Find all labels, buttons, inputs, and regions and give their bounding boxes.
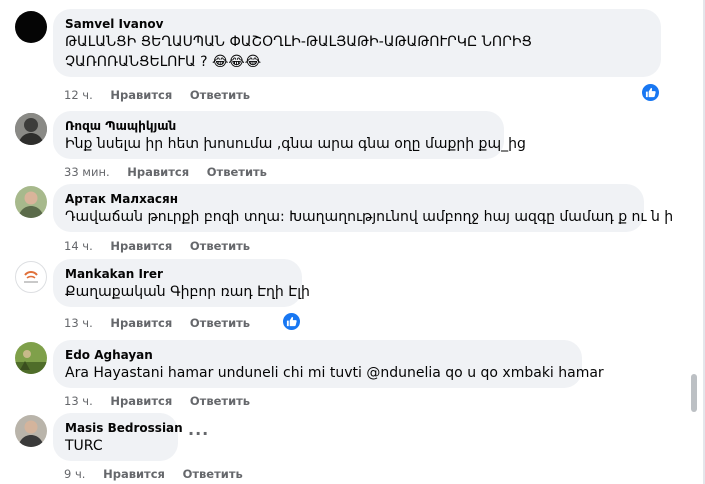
comment-time[interactable]: 13 ч.	[64, 316, 93, 330]
comment-author[interactable]: Masis Bedrossian	[65, 420, 183, 436]
comment-bubble: Masis Bedrossian TURC	[53, 413, 183, 461]
comment-bubble: Артак Малхасян Դավաճան թուրքի բոզի տղա: …	[53, 184, 674, 232]
comment-actions: 13 ч. Нравится Ответить	[64, 316, 264, 330]
comment-actions: 9 ч. Нравится Ответить	[64, 467, 257, 481]
comment-text-line: ԹԱԼԱՆՑԻ ՑԵՂԱՍՊԱՆ ՓԱՇՕՂԼԻ-ԹԱԼՅԱԹԻ-ԱԹԱԹՈՒՐ…	[65, 34, 532, 50]
logo-avatar-icon[interactable]	[15, 261, 47, 293]
comment-actions: 13 ч. Нравится Ответить	[64, 394, 264, 408]
comment-author[interactable]: Edo Aghayan	[65, 347, 570, 363]
scrollbar-thumb[interactable]	[691, 374, 697, 412]
reply-button[interactable]: Ответить	[190, 88, 250, 102]
comment-time[interactable]: 14 ч.	[64, 239, 93, 253]
comment-actions: 33 мин. Нравится Ответить	[64, 165, 281, 179]
like-button[interactable]: Нравится	[110, 88, 172, 102]
comment-time[interactable]: 12 ч.	[64, 88, 93, 102]
comment-bubble: Ռոզա Պապիկյան Ինք նսելա իր հետ խոսումա ,…	[53, 111, 526, 159]
comment-time[interactable]: 33 мин.	[64, 165, 110, 179]
more-options-icon[interactable]: ···	[188, 424, 209, 443]
comment-bubble: Edo Aghayan Ara Hayastani hamar unduneli…	[53, 340, 604, 388]
person-avatar-icon[interactable]	[15, 415, 47, 447]
comment-time[interactable]: 13 ч.	[64, 394, 93, 408]
like-button[interactable]: Нравится	[110, 316, 172, 330]
like-button[interactable]: Нравится	[110, 394, 172, 408]
comment-text-line: TURC	[65, 438, 103, 454]
dark-avatar-icon[interactable]	[15, 11, 47, 43]
comment-author[interactable]: Ռոզա Պապիկյան	[65, 118, 492, 134]
comment-actions: 14 ч. Нравится Ответить	[64, 239, 264, 253]
like-button[interactable]: Нравится	[110, 239, 172, 253]
comment-author[interactable]: Mankakan Irer	[65, 266, 290, 282]
reply-button[interactable]: Ответить	[190, 394, 250, 408]
comment-bubble: Mankakan Irer Քաղաքական Գիբոր ռադ Էղի Էլ…	[53, 259, 310, 307]
comment-text-line: Ինք նսելա իր հետ խոսումա ,գնա արա գնա օղ…	[65, 136, 526, 152]
thumbs-up-icon[interactable]	[640, 82, 661, 103]
comment-text-line: Քաղաքական Գիբոր ռադ Էղի Էլի	[65, 284, 310, 300]
comment-author[interactable]: Samvel Ivanov	[65, 16, 649, 32]
person-avatar-icon[interactable]	[15, 113, 47, 145]
comment-text-line: Ara Hayastani hamar unduneli chi mi tuvt…	[65, 365, 604, 381]
comment-text-line: Դավաճան թուրքի բոզի տղա: Խաղաղությունով …	[65, 209, 674, 225]
comment-bubble: Samvel Ivanov ԹԱԼԱՆՑԻ ՑԵՂԱՍՊԱՆ ՓԱՇՕՂԼԻ-Թ…	[53, 9, 661, 77]
landscape-avatar-icon[interactable]	[15, 342, 47, 374]
reply-button[interactable]: Ответить	[207, 165, 267, 179]
comment-author[interactable]: Артак Малхасян	[65, 191, 632, 207]
thumbs-up-icon[interactable]	[281, 311, 302, 332]
comment-text-line: ՉԱՌՈՌԱՆՑԵԼՈՒԱ ? 😂😂😂	[65, 54, 262, 70]
like-button[interactable]: Нравится	[127, 165, 189, 179]
comment-time[interactable]: 9 ч.	[64, 467, 85, 481]
like-button[interactable]: Нравится	[103, 467, 165, 481]
reply-button[interactable]: Ответить	[183, 467, 243, 481]
person-avatar-icon[interactable]	[15, 186, 47, 218]
reply-button[interactable]: Ответить	[190, 239, 250, 253]
reply-button[interactable]: Ответить	[190, 316, 250, 330]
comment-actions: 12 ч. Нравится Ответить	[64, 88, 264, 102]
